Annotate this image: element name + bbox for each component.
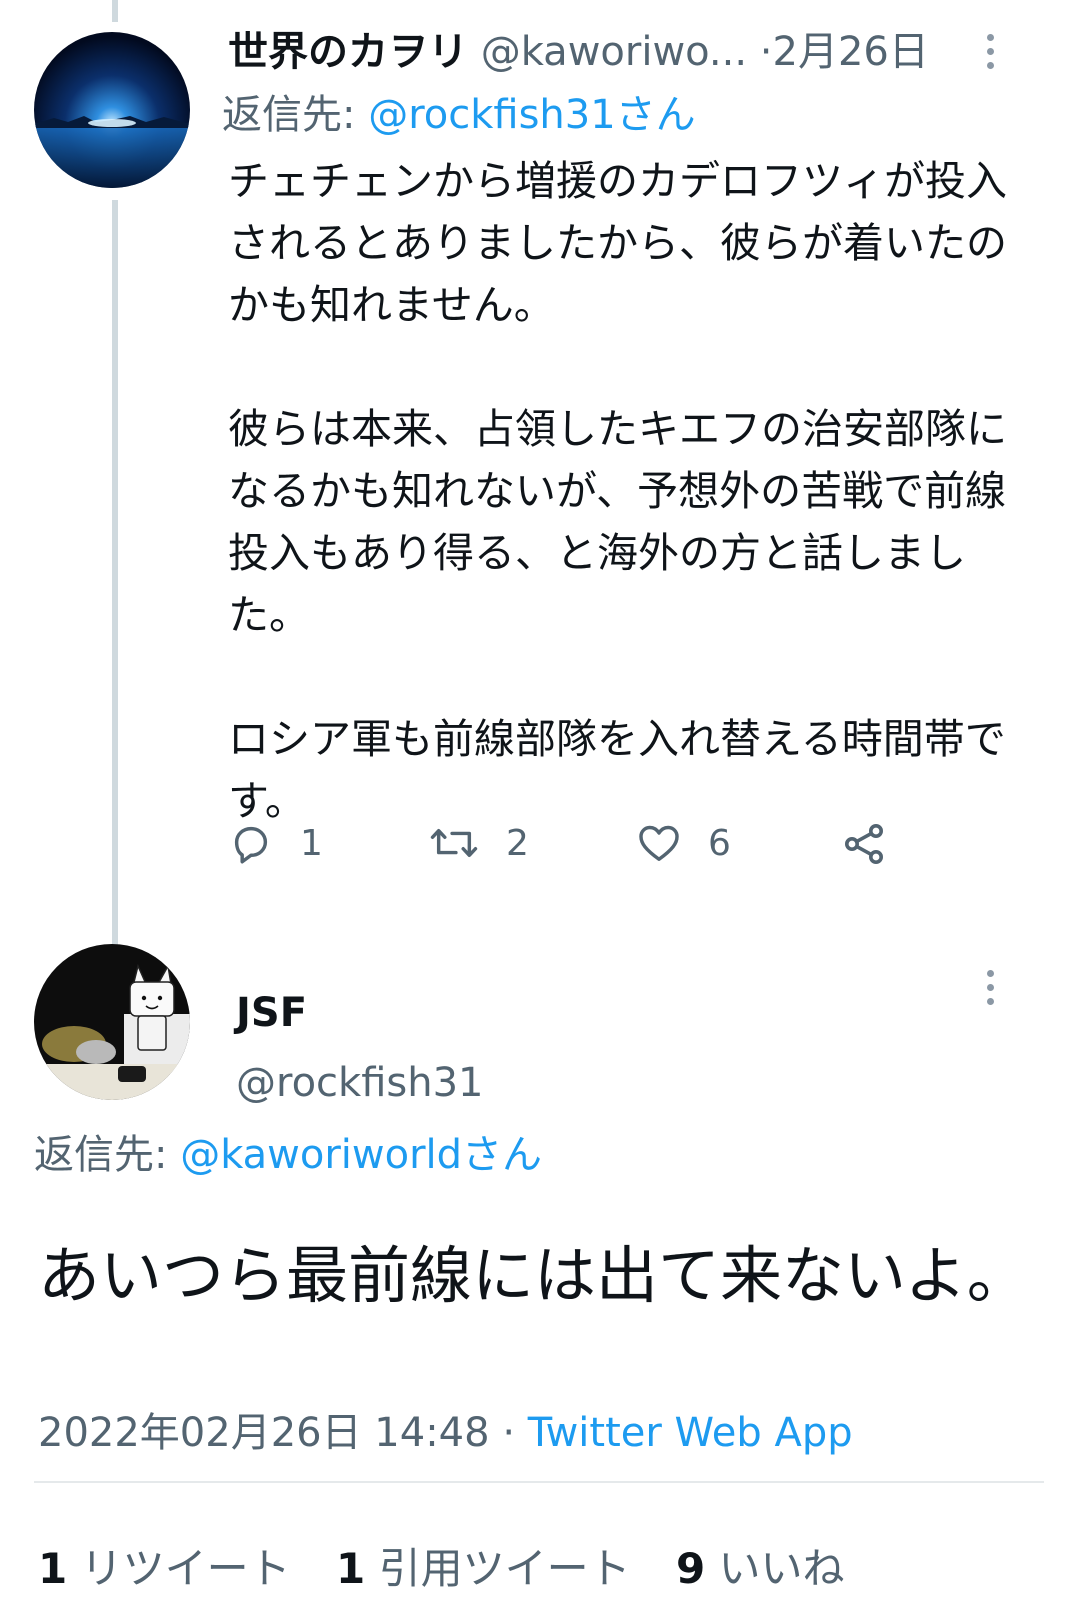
separator-dot: · (759, 29, 773, 75)
tweet-stats: 1 リツイート 1 引用ツイート 9 いいね (38, 1535, 877, 1596)
retweets-stat[interactable]: 1 リツイート (38, 1544, 291, 1593)
reply-to-link[interactable]: @rockfish31さん (368, 92, 695, 138)
quotes-stat[interactable]: 1 引用ツイート (336, 1544, 631, 1593)
more-icon (986, 34, 994, 41)
likes-stat[interactable]: 9 いいね (676, 1544, 845, 1593)
retweets-count: 1 (38, 1544, 68, 1593)
more-options-button[interactable] (982, 970, 998, 1005)
reply-icon (234, 826, 268, 864)
like-icon (639, 825, 679, 862)
tweet1-header: 世界のカヲリ @kaworiwo... ·2月26日 (228, 26, 929, 78)
tweet1-text: チェチェンから増援のカデロフツィが投入されるとありましたから、彼らが着いたのかも… (228, 150, 1028, 832)
tweet-source-link[interactable]: Twitter Web App (528, 1410, 853, 1456)
retweet-icon (430, 829, 478, 857)
more-options-button[interactable] (982, 34, 998, 69)
display-name[interactable]: JSF (236, 990, 307, 1036)
reply-to-link[interactable]: @kaworiworldさん (180, 1132, 542, 1178)
reply-prefix: 返信先: (222, 92, 369, 138)
retweets-label: リツイート (80, 1544, 291, 1593)
tweet-paragraph: 彼らは本来、占領したキエフの治安部隊になるかも知れないが、予想外の苦戦で前線投入… (228, 405, 1007, 639)
reply-count: 1 (300, 822, 323, 864)
like-button[interactable]: 6 (636, 820, 731, 866)
avatar-image (34, 944, 190, 1100)
reply-button[interactable]: 1 (228, 820, 323, 866)
reply-context: 返信先: @kaworiworldさん (34, 1128, 542, 1182)
avatar-image (34, 32, 190, 188)
likes-label: いいね (718, 1544, 845, 1593)
like-count: 6 (708, 822, 731, 864)
quotes-label: 引用ツイート (378, 1544, 631, 1593)
tweet-timestamp[interactable]: 2022年02月26日 14:48 (38, 1410, 490, 1456)
reply-prefix: 返信先: (34, 1132, 181, 1178)
user-handle[interactable]: @kaworiwo... (481, 29, 747, 75)
avatar-jsf[interactable] (34, 944, 190, 1100)
tweet-paragraph: チェチェンから増援のカデロフツィが投入されるとありましたから、彼らが着いたのかも… (228, 157, 1007, 329)
tweet2-text: あいつら最前線には出て来ないよ。 (38, 1239, 1029, 1312)
tweet-meta: 2022年02月26日 14:48 · Twitter Web App (38, 1400, 853, 1458)
tweet1-actions: 1 2 6 (228, 820, 928, 880)
reply-context: 返信先: @rockfish31さん (222, 88, 696, 142)
likes-count: 9 (675, 1544, 706, 1593)
tweet-date[interactable]: 2月26日 (773, 29, 929, 75)
divider (34, 1481, 1044, 1483)
retweet-button[interactable]: 2 (428, 820, 529, 866)
user-handle[interactable]: @rockfish31 (236, 1060, 483, 1106)
display-name[interactable]: 世界のカヲリ (228, 29, 468, 75)
retweet-count: 2 (506, 822, 529, 864)
thread-line (112, 200, 118, 960)
separator-dot: · (502, 1410, 516, 1456)
share-button[interactable] (840, 820, 888, 868)
tweet-paragraph: ロシア軍も前線部隊を入れ替える時間帯です。 (228, 715, 1006, 825)
thread-line-top (112, 0, 118, 22)
more-icon (986, 970, 994, 977)
avatar-kaori[interactable] (34, 32, 190, 188)
share-icon (845, 824, 883, 864)
quotes-count: 1 (335, 1544, 366, 1593)
